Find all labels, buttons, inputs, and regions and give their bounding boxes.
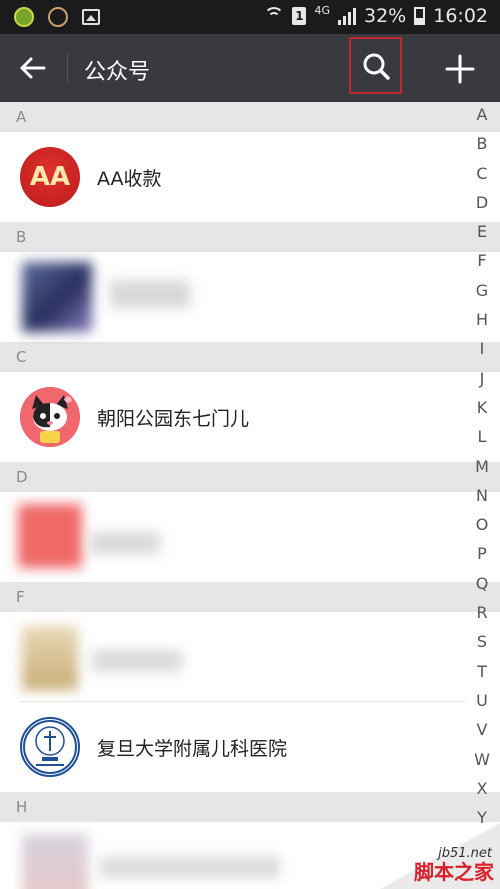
status-bar-notifications [14, 7, 100, 27]
section-header-h: H [0, 792, 500, 822]
clock: 16:02 [433, 5, 488, 27]
avatar-text: AA [29, 162, 71, 192]
index-letter[interactable]: O [470, 510, 494, 539]
account-name: AA收款 [97, 168, 162, 190]
index-letter[interactable]: G [470, 276, 494, 305]
index-letter[interactable]: H [470, 305, 494, 334]
index-letter[interactable]: N [470, 481, 494, 510]
app-icon [14, 7, 34, 27]
watermark-text: 脚本之家 [414, 860, 494, 884]
index-letter[interactable]: P [470, 539, 494, 568]
index-letter[interactable]: L [470, 422, 494, 451]
index-letter[interactable]: T [470, 657, 494, 686]
status-bar-system: 1 4G 32% 16:02 [264, 3, 488, 27]
add-button[interactable] [444, 53, 476, 85]
search-button[interactable] [349, 37, 402, 94]
arrow-left-icon [20, 57, 46, 79]
section-header-f: F [0, 582, 500, 612]
battery-icon [414, 7, 426, 25]
section-header-a: A [0, 102, 500, 132]
list-item[interactable] [0, 492, 500, 582]
index-letter[interactable]: R [470, 598, 494, 627]
official-accounts-list: A AA AA收款 B C 朝阳公园东七门儿 D F 复旦大学附属儿科医院 H [0, 102, 500, 889]
page-title: 公众号 [84, 60, 151, 85]
avatar [20, 387, 80, 447]
emoji-app-icon [48, 7, 68, 27]
list-item[interactable] [0, 612, 500, 702]
index-letter[interactable]: W [470, 745, 494, 774]
gallery-icon [82, 9, 100, 25]
cat-icon [20, 387, 80, 447]
list-item[interactable]: 朝阳公园东七门儿 [0, 372, 500, 462]
title-divider [67, 54, 68, 82]
index-letter[interactable]: I [470, 334, 494, 363]
hospital-logo-icon [23, 720, 77, 774]
status-bar: 1 4G 32% 16:02 [0, 0, 500, 34]
index-letter[interactable]: K [470, 393, 494, 422]
index-letter[interactable]: A [470, 100, 494, 129]
index-letter[interactable]: U [470, 686, 494, 715]
index-letter[interactable]: Q [470, 569, 494, 598]
title-bar: 公众号 [0, 34, 500, 102]
index-letter[interactable]: D [470, 188, 494, 217]
list-item[interactable]: 复旦大学附属儿科医院 [0, 702, 500, 792]
index-letter[interactable]: F [470, 246, 494, 275]
battery-percent: 32% [364, 5, 407, 27]
watermark: jb51.net 脚本之家 [380, 823, 500, 889]
search-icon [363, 53, 390, 80]
avatar: AA [20, 147, 80, 207]
index-letter[interactable]: E [470, 217, 494, 246]
alphabet-index[interactable]: ABCDEFGHIJKLMNOPQRSTUVWXY [470, 100, 494, 832]
list-item[interactable] [0, 252, 500, 342]
wifi-icon [264, 7, 285, 25]
list-item[interactable]: AA AA收款 [0, 132, 500, 222]
signal-icon [338, 7, 356, 25]
network-type: 4G [314, 3, 330, 17]
account-name: 复旦大学附属儿科医院 [97, 738, 288, 760]
section-header-d: D [0, 462, 500, 492]
index-letter[interactable]: S [470, 627, 494, 656]
sim-slot-indicator: 1 [292, 7, 307, 25]
index-letter[interactable]: B [470, 129, 494, 158]
avatar [20, 717, 80, 777]
back-button[interactable] [18, 53, 48, 83]
index-letter[interactable]: X [470, 774, 494, 803]
section-header-b: B [0, 222, 500, 252]
index-letter[interactable]: V [470, 715, 494, 744]
section-header-c: C [0, 342, 500, 372]
index-letter[interactable]: C [470, 159, 494, 188]
index-letter[interactable]: J [470, 364, 494, 393]
account-name: 朝阳公园东七门儿 [97, 408, 250, 430]
plus-icon [445, 54, 475, 84]
index-letter[interactable]: M [470, 452, 494, 481]
